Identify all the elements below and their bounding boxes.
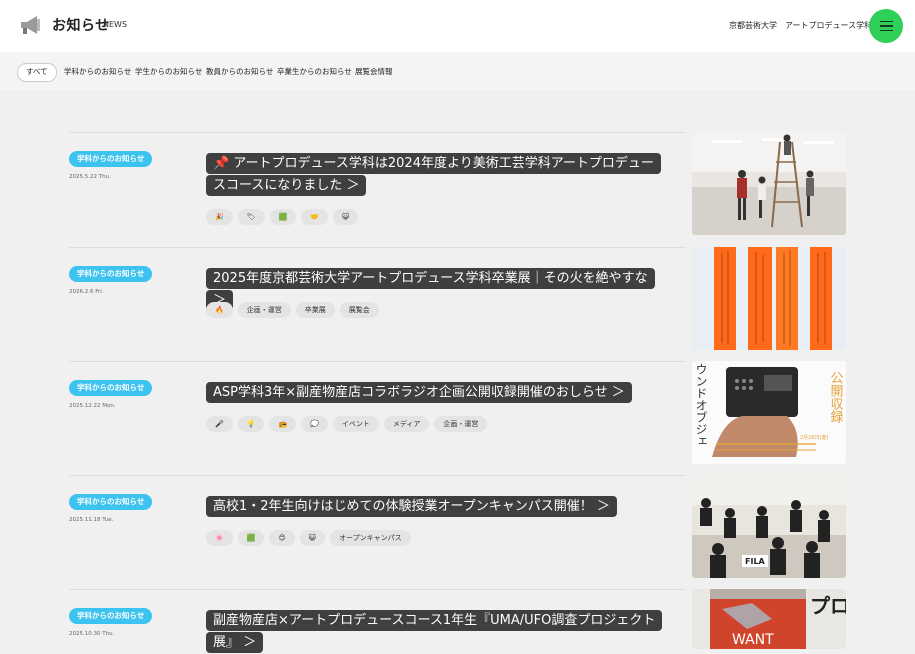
tag-chip[interactable]: 💭	[301, 416, 328, 432]
tag-chip[interactable]: 🌸	[206, 530, 233, 546]
tag-chip[interactable]: 🎉	[206, 209, 233, 225]
tag-chip[interactable]: 卒業展	[295, 302, 335, 318]
news-item[interactable]: 学科からのお知らせ 2025.12.22 Mon. ASP学科3年×副産物産店コ…	[69, 361, 686, 476]
news-title[interactable]: ASP学科3年×副産物産店コラボラジオ企画公開収録開催のおしらせ ＞	[206, 382, 632, 403]
category-badge[interactable]: 学科からのお知らせ	[69, 608, 153, 624]
news-title[interactable]: 高校1・2年生向けはじめての体験授業オープンキャンパス開催！ ＞	[206, 496, 617, 517]
tag-chip[interactable]: オープンキャンパス	[330, 530, 411, 546]
tag-chip[interactable]: 🔥	[206, 302, 233, 318]
news-title[interactable]: 📌 アートプロデュース学科は2024年度より美術工芸学科アートプロデュースコース…	[206, 153, 661, 196]
poster-banner-text: WANT	[732, 632, 774, 648]
news-title-link[interactable]: 高校1・2年生向けはじめての体験授業オープンキャンパス開催！ ＞	[206, 496, 656, 518]
tag-chip[interactable]: 企画・運営	[237, 302, 291, 318]
post-date: 2025.5.22 Thu.	[69, 174, 111, 180]
category-badge[interactable]: 学科からのお知らせ	[69, 494, 153, 510]
news-thumbnail[interactable]	[692, 247, 846, 350]
filter-department[interactable]: 学科からのお知らせ	[64, 63, 131, 80]
svg-text:FILA: FILA	[745, 557, 766, 566]
hamburger-icon	[879, 20, 893, 23]
tag-chip[interactable]: 📻	[269, 416, 297, 432]
tag-chip[interactable]: 😊	[269, 530, 295, 546]
poster-title-text: プロ	[810, 594, 846, 618]
radio-left-text: ウンドオブジェ	[694, 363, 708, 447]
tag-chip[interactable]: 展覧会	[339, 302, 379, 318]
tag-chip[interactable]: 🟩	[269, 209, 297, 225]
news-thumbnail[interactable]: FILA	[692, 475, 846, 578]
tag-chip[interactable]: 😺	[299, 530, 326, 546]
hamburger-icon	[879, 25, 893, 27]
news-item[interactable]: 学科からのお知らせ 2025.10.30 Thu. 副産物産店×アートプロデュー…	[69, 589, 686, 653]
tag-list: 🌸 🟩 😊 😺 オープンキャンパス	[206, 530, 411, 546]
menu-button[interactable]	[869, 9, 903, 43]
post-date: 2025.10.30 Thu.	[69, 631, 115, 637]
news-title-link[interactable]: 📌 アートプロデュース学科は2024年度より美術工芸学科アートプロデュースコース…	[206, 153, 661, 197]
tag-list: 🎤 💡 📻 💭 イベント メディア 企画・運営	[206, 416, 488, 432]
post-date: 2025.11.18 Tue.	[69, 517, 114, 523]
news-thumbnail[interactable]: プロ WANT	[692, 589, 846, 649]
university-link[interactable]: 京都芸術大学 アートプロデュース学科	[729, 20, 872, 31]
tag-chip[interactable]: 🟩	[237, 530, 265, 546]
tag-list: 🔥 企画・運営 卒業展 展覧会	[206, 302, 379, 318]
news-item[interactable]: 学科からのお知らせ 2026.2.6 Fri. 2025年度京都芸術大学アートプ…	[69, 247, 686, 362]
news-title[interactable]: 副産物産店×アートプロデュースコース1年生『UMA/UFO調査プロジェクト展』 …	[206, 610, 663, 653]
megaphone-icon[interactable]	[18, 12, 44, 38]
tag-list: 🎉 🏷 🟩 🤝 😺	[206, 209, 359, 225]
page-subtitle: NEWS	[103, 20, 128, 29]
news-thumbnail[interactable]: 公開収録 ウンドオブジェ 2月26日(金)	[692, 361, 846, 464]
filter-alumni[interactable]: 卒業生からのお知らせ	[277, 63, 352, 80]
news-item[interactable]: 学科からのお知らせ 2025.5.22 Thu. 📌 アートプロデュース学科は2…	[69, 132, 686, 248]
tag-chip[interactable]: 🏷	[237, 209, 265, 225]
post-date: 2026.2.6 Fri.	[69, 289, 104, 295]
tag-chip[interactable]: 🤝	[301, 209, 329, 225]
hamburger-icon	[879, 29, 893, 32]
news-item[interactable]: 学科からのお知らせ 2025.11.18 Tue. 高校1・2年生向けはじめての…	[69, 475, 686, 590]
tag-chip[interactable]: 企画・運営	[434, 416, 488, 432]
tag-chip[interactable]: 💡	[237, 416, 265, 432]
page-title: お知らせ	[52, 18, 110, 34]
news-title-link[interactable]: 副産物産店×アートプロデュースコース1年生『UMA/UFO調査プロジェクト展』 …	[206, 610, 663, 654]
category-badge[interactable]: 学科からのお知らせ	[69, 266, 153, 282]
category-badge[interactable]: 学科からのお知らせ	[69, 151, 153, 167]
site-header: お知らせ NEWS 京都芸術大学 アートプロデュース学科	[0, 0, 915, 52]
radio-info-text: 2月26日(金)	[800, 434, 828, 441]
news-thumbnail[interactable]	[692, 132, 846, 235]
category-badge[interactable]: 学科からのお知らせ	[69, 380, 153, 396]
post-date: 2025.12.22 Mon.	[69, 403, 116, 409]
tag-chip[interactable]: イベント	[332, 416, 379, 432]
news-title-link[interactable]: ASP学科3年×副産物産店コラボラジオ企画公開収録開催のおしらせ ＞	[206, 382, 656, 404]
filter-all[interactable]: すべて	[17, 63, 57, 82]
filter-students[interactable]: 学生からのお知らせ	[135, 63, 202, 80]
tag-chip[interactable]: 🎤	[206, 416, 233, 432]
tag-chip[interactable]: 😺	[333, 209, 359, 225]
category-filter-bar: すべて 学科からのお知らせ 学生からのお知らせ 教員からのお知らせ 卒業生からの…	[0, 52, 915, 90]
tag-chip[interactable]: メディア	[383, 416, 430, 432]
radio-right-text: 公開収録	[828, 371, 844, 423]
filter-exhibitions[interactable]: 展覧会情報	[355, 63, 393, 80]
filter-faculty[interactable]: 教員からのお知らせ	[206, 63, 273, 80]
